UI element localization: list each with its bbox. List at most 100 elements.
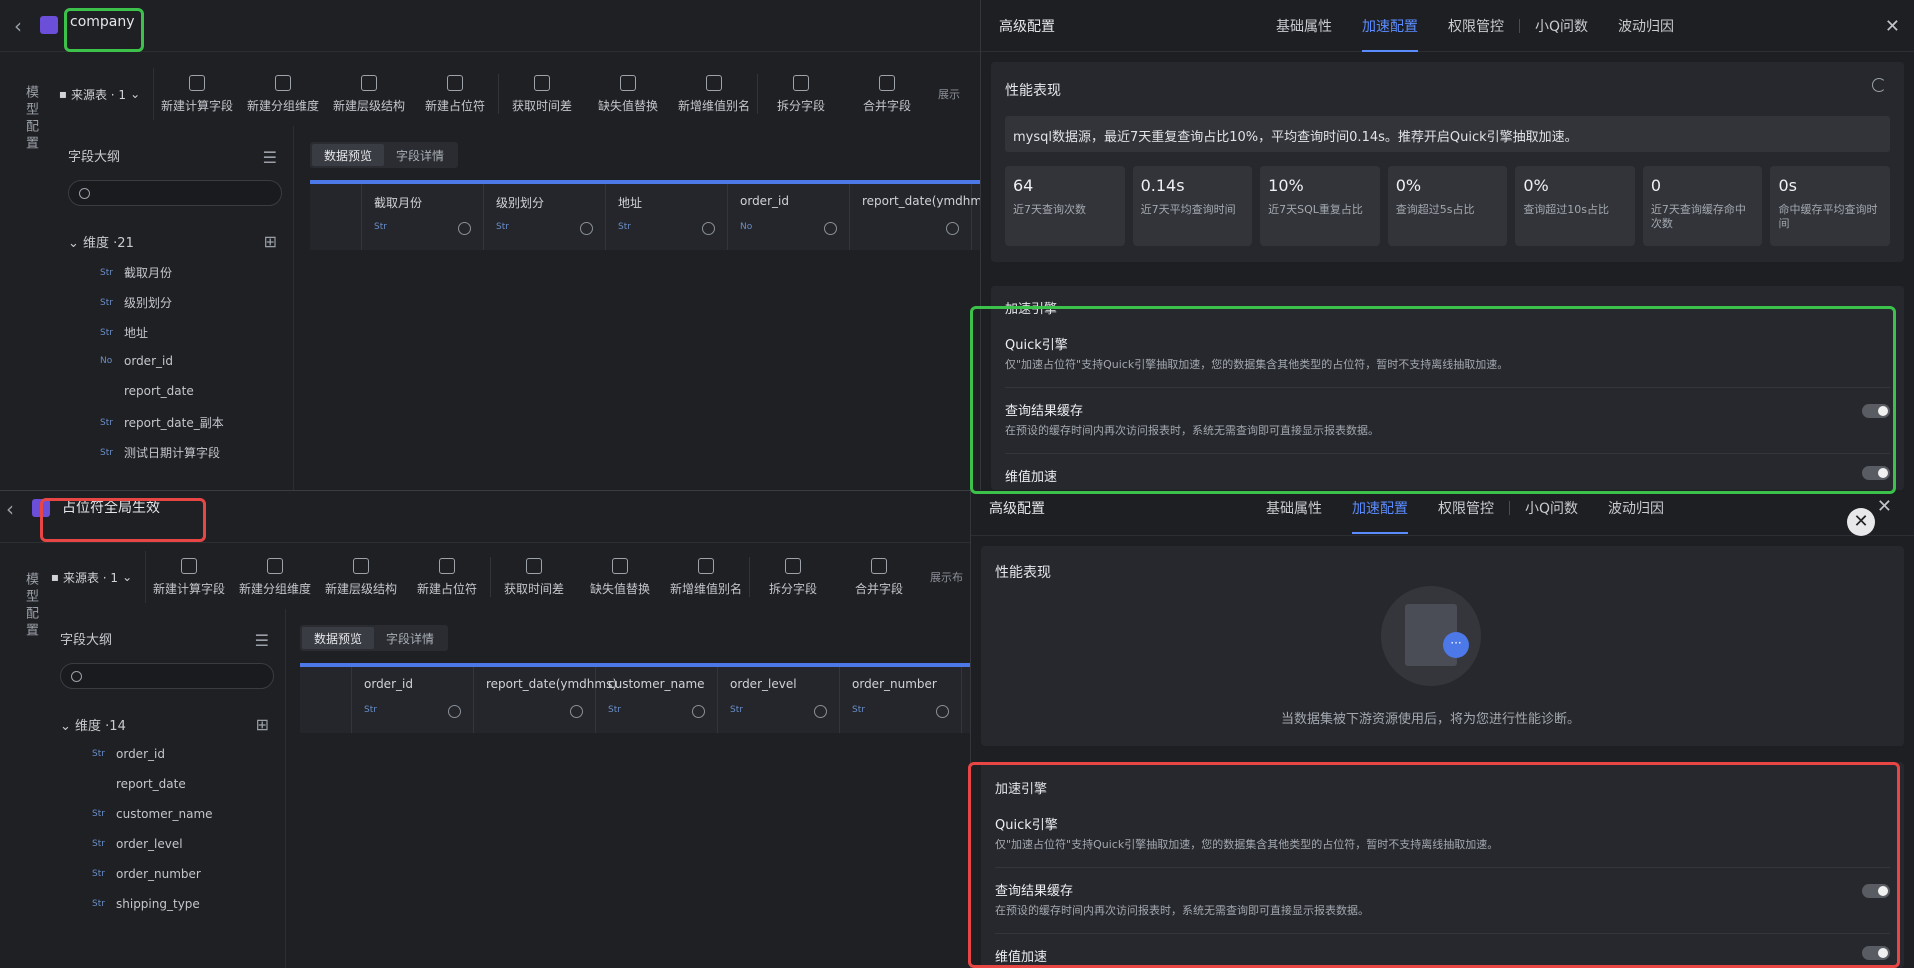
tool-button[interactable]: 新建分组维度 bbox=[232, 551, 318, 603]
tab-fluctuation[interactable]: 波动归因 bbox=[1593, 498, 1679, 534]
metric-label: 近7天查询次数 bbox=[1013, 203, 1086, 216]
settings-icon[interactable] bbox=[448, 705, 461, 718]
tool-button[interactable]: 缺失值替换 bbox=[585, 68, 671, 120]
field-name: order_id bbox=[124, 354, 173, 368]
settings-icon[interactable] bbox=[946, 222, 959, 235]
tab-smart-q[interactable]: 小Q问数 bbox=[1520, 16, 1603, 52]
model-config-label[interactable]: 模型配置 bbox=[0, 561, 40, 651]
tab-field-detail[interactable]: 字段详情 bbox=[384, 144, 456, 166]
tab-data-preview[interactable]: 数据预览 bbox=[302, 627, 375, 649]
tool-button[interactable]: 新增维值别名 bbox=[663, 551, 749, 603]
tool-icon bbox=[612, 557, 628, 574]
source-table-dropdown[interactable]: ▪ 来源表 · 1 ⌄ bbox=[46, 68, 154, 120]
tool-button[interactable]: 新建占位符 bbox=[412, 68, 498, 120]
field-item[interactable]: Str report_date_副本 bbox=[100, 414, 224, 431]
back-icon[interactable]: ‹ bbox=[14, 14, 30, 38]
tool-button[interactable]: 新增维值别名 bbox=[671, 68, 757, 120]
field-item[interactable]: Str order_level bbox=[92, 837, 183, 851]
column-header[interactable]: customer_name Str bbox=[596, 667, 718, 733]
dimension-count: 维度 ·14 bbox=[75, 719, 126, 734]
field-type-icon: Str bbox=[100, 327, 113, 338]
settings-icon[interactable] bbox=[824, 222, 837, 235]
field-search-input[interactable] bbox=[68, 180, 282, 206]
tab-fluctuation[interactable]: 波动归因 bbox=[1603, 16, 1689, 52]
collapse-icon[interactable]: ☰ bbox=[255, 631, 269, 650]
cache-toggle[interactable] bbox=[1862, 404, 1890, 418]
tool-button[interactable]: 新建计算字段 bbox=[146, 551, 232, 603]
tab-acceleration[interactable]: 加速配置 bbox=[1347, 16, 1433, 52]
column-header[interactable]: order_id No bbox=[728, 184, 850, 250]
tab-basic-properties[interactable]: 基础属性 bbox=[1261, 16, 1347, 52]
field-item[interactable]: report_date bbox=[92, 777, 186, 791]
field-search-input[interactable] bbox=[60, 663, 274, 689]
tool-button[interactable]: 新建层级结构 bbox=[326, 68, 412, 120]
settings-icon[interactable] bbox=[702, 222, 715, 235]
model-config-label[interactable]: 模型配置 bbox=[0, 74, 40, 164]
settings-icon[interactable] bbox=[570, 705, 583, 718]
tab-data-preview[interactable]: 数据预览 bbox=[312, 144, 385, 166]
tool-button[interactable]: 新建分组维度 bbox=[240, 68, 326, 120]
settings-icon[interactable] bbox=[692, 705, 705, 718]
close-icon[interactable]: ✕ bbox=[1877, 496, 1892, 517]
settings-icon[interactable] bbox=[580, 222, 593, 235]
column-header[interactable]: 级别划分 Str bbox=[484, 184, 606, 250]
field-item[interactable]: Str order_number bbox=[92, 867, 201, 881]
tab-acceleration[interactable]: 加速配置 bbox=[1337, 498, 1423, 534]
column-name: order_number bbox=[852, 677, 937, 691]
tool-button[interactable]: 新建层级结构 bbox=[318, 551, 404, 603]
field-item[interactable]: No order_id bbox=[100, 354, 173, 368]
settings-icon[interactable] bbox=[936, 705, 949, 718]
tool-label: 新建层级结构 bbox=[332, 98, 405, 113]
tool-button[interactable]: 拆分字段 bbox=[758, 68, 844, 120]
back-icon[interactable]: ‹ bbox=[6, 497, 22, 521]
field-item[interactable]: Str 级别划分 bbox=[100, 294, 172, 311]
tab-field-detail[interactable]: 字段详情 bbox=[374, 627, 446, 649]
tab-permission[interactable]: 权限管控 bbox=[1433, 16, 1519, 52]
dim-accel-toggle[interactable] bbox=[1862, 946, 1890, 960]
field-item[interactable]: Str 地址 bbox=[100, 324, 148, 341]
close-icon[interactable]: ✕ bbox=[1885, 16, 1900, 37]
column-header[interactable]: 截取月份 Str bbox=[362, 184, 484, 250]
dimension-header[interactable]: ⌄ 维度 ·14 bbox=[60, 715, 126, 734]
tool-button[interactable]: 新建计算字段 bbox=[154, 68, 240, 120]
settings-icon[interactable] bbox=[814, 705, 827, 718]
panel-title: 高级配置 bbox=[999, 19, 1055, 35]
field-item[interactable]: report_date bbox=[100, 384, 194, 398]
cache-toggle[interactable] bbox=[1862, 884, 1890, 898]
column-header[interactable]: order_number Str bbox=[840, 667, 962, 733]
field-item[interactable]: Str 测试日期计算字段 bbox=[100, 444, 220, 461]
column-header[interactable]: 地址 Str bbox=[606, 184, 728, 250]
tool-button[interactable]: 合并字段 bbox=[836, 551, 922, 603]
dim-accel-toggle[interactable] bbox=[1862, 466, 1890, 480]
tool-button[interactable]: 新建占位符 bbox=[404, 551, 490, 603]
column-header[interactable]: report_date(ymdhms) bbox=[474, 667, 617, 733]
source-table-dropdown[interactable]: ▪ 来源表 · 1 ⌄ bbox=[38, 551, 146, 603]
column-header[interactable]: report_date(ymdhms) bbox=[850, 184, 993, 250]
tool-button[interactable]: 缺失值替换 bbox=[577, 551, 663, 603]
tool-button[interactable]: 获取时间差 bbox=[491, 551, 577, 603]
field-item[interactable]: Str 截取月份 bbox=[100, 264, 172, 281]
dimension-header[interactable]: ⌄ 维度 ·21 bbox=[68, 232, 134, 251]
tool-button[interactable]: 合并字段 bbox=[844, 68, 930, 120]
add-folder-icon[interactable]: ⊞ bbox=[256, 715, 269, 734]
tab-permission[interactable]: 权限管控 bbox=[1423, 498, 1509, 534]
field-name: 级别划分 bbox=[124, 296, 173, 310]
column-header[interactable]: order_level Str bbox=[718, 667, 840, 733]
metric-label: 查询超过10s占比 bbox=[1523, 203, 1610, 216]
add-folder-icon[interactable]: ⊞ bbox=[264, 232, 277, 251]
field-name: 测试日期计算字段 bbox=[124, 446, 221, 460]
settings-icon[interactable] bbox=[458, 222, 471, 235]
tool-button[interactable]: 拆分字段 bbox=[750, 551, 836, 603]
tab-smart-q[interactable]: 小Q问数 bbox=[1510, 498, 1593, 534]
field-item[interactable]: Str customer_name bbox=[92, 807, 213, 821]
column-header[interactable]: order_id Str bbox=[352, 667, 474, 733]
collapse-icon[interactable]: ☰ bbox=[263, 148, 277, 167]
refresh-icon[interactable] bbox=[1872, 78, 1886, 92]
field-item[interactable]: Str shipping_type bbox=[92, 897, 200, 911]
close-overlay-icon[interactable]: ✕ bbox=[1847, 508, 1875, 536]
tool-button[interactable]: 获取时间差 bbox=[499, 68, 585, 120]
metric-label: 查询超过5s占比 bbox=[1395, 203, 1475, 216]
outline-title: 字段大纲 bbox=[60, 633, 113, 648]
tab-basic-properties[interactable]: 基础属性 bbox=[1251, 498, 1337, 534]
field-item[interactable]: Str order_id bbox=[92, 747, 165, 761]
